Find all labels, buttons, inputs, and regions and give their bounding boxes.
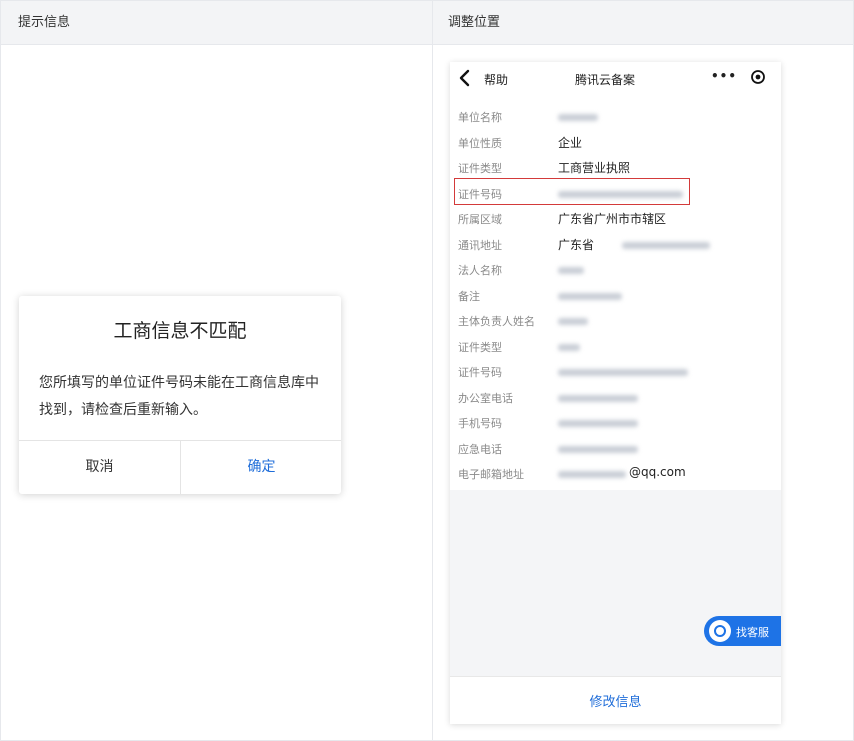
info-row: 证件号码 [450, 360, 781, 385]
info-row: 办公室电话 [450, 386, 781, 411]
info-row: 备注 [450, 284, 781, 309]
phone-preview: 帮助 腾讯云备案 ••• 单位名称单位性质 企业证件类型 工商营业执照证件号码 所属区… [450, 62, 781, 724]
dialog-title: 工商信息不匹配 [113, 320, 247, 342]
confirm-button[interactable]: 确定 [181, 441, 341, 494]
redacted-value [558, 445, 638, 453]
edit-info-button[interactable]: 修改信息 [450, 691, 781, 710]
info-row: 单位性质 企业 [450, 131, 781, 156]
info-row-label: 主体负责人姓名 [458, 315, 535, 328]
info-row: 通讯地址 广东省 [450, 233, 781, 258]
info-row-label: 电子邮箱地址 [458, 468, 524, 481]
back-label[interactable]: 帮助 [484, 71, 508, 88]
info-row-value: 广东省广州市市辖区 [558, 212, 667, 226]
info-row-label: 备注 [458, 289, 480, 303]
phone-header: 帮助 腾讯云备案 ••• [450, 62, 781, 96]
info-row: 证件类型 [450, 335, 781, 360]
info-row: 应急电话 [450, 437, 781, 462]
info-row-label: 所属区域 [458, 213, 502, 226]
info-row-label: 通讯地址 [458, 238, 502, 252]
customer-service-button[interactable]: 找客服 [704, 616, 781, 646]
redacted-value [558, 394, 638, 402]
phone-title: 腾讯云备案 [574, 73, 635, 87]
blank-area [450, 490, 781, 676]
header-hint-info: 提示信息 [18, 15, 71, 30]
info-row: 法人名称 [450, 258, 781, 283]
info-row-label: 单位性质 [458, 136, 502, 150]
info-row: 所属区域 广东省广州市市辖区 [450, 207, 781, 232]
info-row: 单位名称 [450, 105, 781, 130]
info-row-label: 办公室电话 [458, 391, 513, 405]
info-row-value: 广东省 [558, 237, 595, 252]
header-adjust-position: 调整位置 [448, 15, 501, 30]
error-dialog: 工商信息不匹配 您所填写的单位证件号码未能在工商信息库中找到，请检查后重新输入。… [19, 296, 341, 494]
info-row-value: 企业 [558, 135, 583, 150]
highlight-box [454, 178, 690, 205]
redacted-value [558, 292, 622, 300]
redacted-value [558, 267, 584, 274]
info-row: 电子邮箱地址 @qq.com [450, 462, 781, 487]
target-icon[interactable] [750, 69, 766, 85]
redacted-value [558, 420, 638, 427]
info-row-label: 证件号码 [458, 366, 502, 379]
more-icon[interactable]: ••• [711, 69, 737, 83]
headset-icon [709, 620, 731, 642]
redacted-value [558, 343, 580, 351]
redacted-value [622, 241, 710, 249]
dialog-message: 您所填写的单位证件号码未能在工商信息库中找到，请检查后重新输入。 [39, 375, 319, 418]
back-arrow-icon[interactable] [456, 68, 474, 88]
redacted-value [558, 471, 626, 478]
redacted-value [558, 318, 588, 325]
info-row-label: 手机号码 [458, 417, 502, 430]
phone-footer: 修改信息 [450, 676, 781, 724]
redacted-value [558, 114, 598, 121]
info-row-label: 证件类型 [458, 162, 502, 175]
column-divider [432, 1, 433, 741]
info-row-label: 应急电话 [458, 442, 502, 456]
info-row-label: 证件类型 [458, 340, 502, 354]
info-row-value: 工商营业执照 [558, 161, 631, 175]
redacted-value [558, 369, 688, 376]
table-header: 提示信息 调整位置 [1, 1, 853, 45]
customer-service-label: 找客服 [736, 626, 769, 639]
info-row: 主体负责人姓名 [450, 309, 781, 334]
info-row: 手机号码 [450, 411, 781, 436]
info-row-label: 单位名称 [458, 111, 502, 124]
cancel-button[interactable]: 取消 [19, 441, 180, 494]
info-row-value: @qq.com [629, 465, 686, 479]
info-row-label: 法人名称 [458, 264, 502, 277]
